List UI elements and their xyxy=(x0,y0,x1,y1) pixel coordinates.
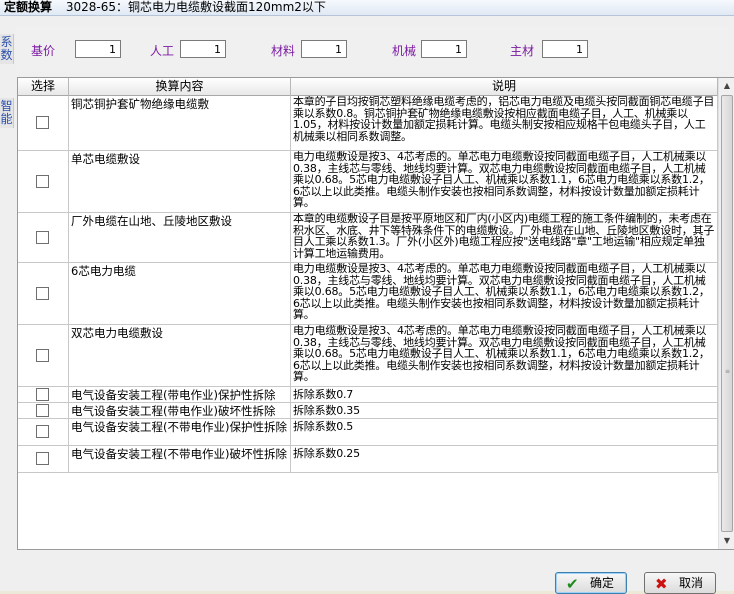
coef-label: 人工 xyxy=(150,44,175,58)
row-content: 电气设备安装工程(不带电作业)破坏性拆除 xyxy=(69,446,291,472)
coef-main-material-input[interactable] xyxy=(542,40,588,58)
row-description: 电力电缆敷设是按3、4芯考虑的。单芯电力电缆敷设按同截面电缆子目，人工机械乘以0… xyxy=(291,325,718,386)
scrollbar-thumb[interactable]: ≡ xyxy=(721,95,733,532)
table-row[interactable]: 电气设备安装工程(不带电作业)保护性拆除 拆除系数0.5 xyxy=(18,419,718,446)
table-row[interactable]: 双芯电力电缆敷设 电力电缆敷设是按3、4芯考虑的。单芯电力电缆敷设按同截面电缆子… xyxy=(18,325,718,387)
row-checkbox[interactable] xyxy=(36,287,49,300)
row-content: 电气设备安装工程(带电作业)破坏性拆除 xyxy=(69,403,291,418)
row-description: 拆除系数0.25 xyxy=(291,446,718,472)
row-content: 6芯电力电缆 xyxy=(69,263,291,324)
select-cell[interactable] xyxy=(18,446,69,472)
select-cell[interactable] xyxy=(18,419,69,445)
row-content: 双芯电力电缆敷设 xyxy=(69,325,291,386)
table-row[interactable]: 电气设备安装工程(带电作业)破坏性拆除 拆除系数0.35 xyxy=(18,403,718,419)
row-checkbox[interactable] xyxy=(36,425,49,438)
coef-labor-input[interactable] xyxy=(180,40,226,58)
table-row[interactable]: 厂外电缆在山地、丘陵地区敷设 本章的电缆敷设子目是按平原地区和厂内(小区内)电缆… xyxy=(18,213,718,263)
row-description: 本章的电缆敷设子目是按平原地区和厂内(小区内)电缆工程的施工条件编制的，未考虑在… xyxy=(291,213,718,262)
dialog-body: 系数 智能 基价 人工 材料 机械 主材 选择 换算内容 说明 xyxy=(0,16,734,594)
header-description[interactable]: 说明 xyxy=(291,78,718,96)
select-cell[interactable] xyxy=(18,325,69,386)
scroll-up-icon[interactable]: ▲ xyxy=(719,78,734,94)
coefficient-panel: 基价 人工 材料 机械 主材 xyxy=(16,26,728,72)
coef-label: 基价 xyxy=(31,44,56,58)
title-bar: 定额换算 3028-65：铜芯电力电缆敷设截面120mm2以下 xyxy=(0,0,734,16)
tab-smart[interactable]: 智能 xyxy=(0,98,14,128)
cancel-button-label: 取消 xyxy=(679,576,704,590)
row-content: 厂外电缆在山地、丘陵地区敷设 xyxy=(69,213,291,262)
coef-label: 机械 xyxy=(392,44,417,58)
select-cell[interactable] xyxy=(18,387,69,402)
cross-icon: ✖ xyxy=(655,575,668,593)
header-select[interactable]: 选择 xyxy=(18,78,69,96)
table-row[interactable]: 单芯电缆敷设 电力电缆敷设是按3、4芯考虑的。单芯电力电缆敷设按同截面电缆子目，… xyxy=(18,151,718,213)
row-checkbox[interactable] xyxy=(36,404,49,417)
select-cell[interactable] xyxy=(18,213,69,262)
coef-machine-input[interactable] xyxy=(421,40,467,58)
table-header: 选择 换算内容 说明 xyxy=(18,78,718,96)
row-description: 拆除系数0.5 xyxy=(291,419,718,445)
row-content: 电气设备安装工程(带电作业)保护性拆除 xyxy=(69,387,291,402)
window-title: 定额换算 xyxy=(4,0,53,14)
coef-label: 主材 xyxy=(510,44,535,58)
coef-material-input[interactable] xyxy=(301,40,347,58)
window-subtitle: 3028-65：铜芯电力电缆敷设截面120mm2以下 xyxy=(65,0,326,14)
row-description: 本章的子目均按铜芯塑料绝缘电缆考虑的，铝芯电力电缆及电缆头按同截面铜芯电缆子目乘… xyxy=(291,96,718,150)
select-cell[interactable] xyxy=(18,403,69,418)
tab-coefficient[interactable]: 系数 xyxy=(0,34,14,64)
row-checkbox[interactable] xyxy=(36,116,49,129)
select-cell[interactable] xyxy=(18,96,69,150)
ok-button-label: 确定 xyxy=(590,576,615,590)
checkmark-icon: ✔ xyxy=(566,575,579,593)
scroll-down-icon[interactable]: ▼ xyxy=(719,533,734,549)
grip-icon: ≡ xyxy=(725,368,731,375)
coef-base-price-input[interactable] xyxy=(75,40,121,58)
row-checkbox[interactable] xyxy=(36,388,49,401)
row-checkbox[interactable] xyxy=(36,231,49,244)
select-cell[interactable] xyxy=(18,263,69,324)
table-row[interactable]: 6芯电力电缆 电力电缆敷设是按3、4芯考虑的。单芯电力电缆敷设按同截面电缆子目，… xyxy=(18,263,718,325)
row-content: 电气设备安装工程(不带电作业)保护性拆除 xyxy=(69,419,291,445)
row-content: 铜芯铜护套矿物绝缘电缆敷 xyxy=(69,96,291,150)
row-checkbox[interactable] xyxy=(36,452,49,465)
row-checkbox[interactable] xyxy=(36,175,49,188)
table-row[interactable]: 铜芯铜护套矿物绝缘电缆敷 本章的子目均按铜芯塑料绝缘电缆考虑的，铝芯电力电缆及电… xyxy=(18,96,718,151)
conversion-table: 选择 换算内容 说明 铜芯铜护套矿物绝缘电缆敷 本章的子目均按铜芯塑料绝缘电缆考… xyxy=(17,77,734,550)
row-content: 单芯电缆敷设 xyxy=(69,151,291,212)
row-description: 电力电缆敷设是按3、4芯考虑的。单芯电力电缆敷设按同截面电缆子目，人工机械乘以0… xyxy=(291,151,718,212)
coef-label: 材料 xyxy=(271,44,296,58)
row-checkbox[interactable] xyxy=(36,349,49,362)
header-content[interactable]: 换算内容 xyxy=(69,78,291,96)
table-row[interactable]: 电气设备安装工程(不带电作业)破坏性拆除 拆除系数0.25 xyxy=(18,446,718,473)
row-description: 电力电缆敷设是按3、4芯考虑的。单芯电力电缆敷设按同截面电缆子目，人工机械乘以0… xyxy=(291,263,718,324)
row-description: 拆除系数0.7 xyxy=(291,387,718,402)
vertical-scrollbar[interactable]: ▲ ≡ ▼ xyxy=(718,78,734,549)
table-row[interactable]: 电气设备安装工程(带电作业)保护性拆除 拆除系数0.7 xyxy=(18,387,718,403)
row-description: 拆除系数0.35 xyxy=(291,403,718,418)
select-cell[interactable] xyxy=(18,151,69,212)
